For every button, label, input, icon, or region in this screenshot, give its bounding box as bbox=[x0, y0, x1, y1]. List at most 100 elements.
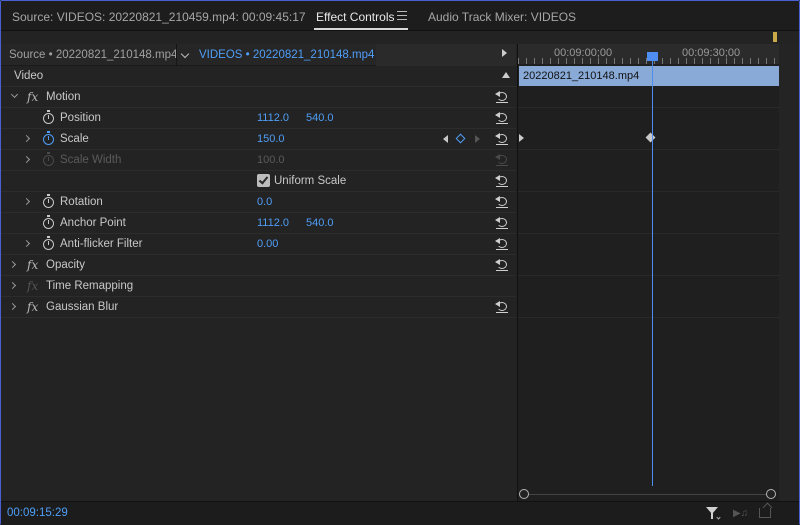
show-timeline-toggle-icon[interactable] bbox=[502, 49, 507, 57]
reset-icon[interactable] bbox=[495, 300, 509, 314]
reset-icon[interactable] bbox=[495, 258, 509, 272]
row-divider bbox=[518, 149, 780, 150]
section-label-video: Video bbox=[14, 70, 44, 82]
anchor-x-value[interactable]: 1112.0 bbox=[257, 217, 289, 229]
checkbox-label: Uniform Scale bbox=[274, 175, 347, 187]
panel-footer: 00:09:15:29 ▶♫ bbox=[1, 501, 799, 525]
reset-icon[interactable] bbox=[495, 90, 509, 104]
effect-controls-window: Source: VIDEOS: 20220821_210459.mp4: 00:… bbox=[0, 0, 800, 525]
chevron-right-icon[interactable] bbox=[8, 302, 17, 311]
timeline-zoom-scrollbar[interactable] bbox=[517, 488, 779, 500]
chevron-right-icon[interactable] bbox=[22, 155, 31, 164]
property-label: Rotation bbox=[60, 196, 103, 208]
next-keyframe-icon[interactable] bbox=[475, 135, 480, 143]
reset-icon[interactable] bbox=[495, 111, 509, 125]
master-clip-tab[interactable]: Source • 20220821_210148.mp4 bbox=[9, 49, 177, 61]
filter-icon[interactable] bbox=[706, 507, 718, 519]
play-audio-icon[interactable]: ▶♫ bbox=[733, 508, 748, 519]
uniform-scale-checkbox[interactable] bbox=[257, 174, 270, 187]
tab-source[interactable]: Source: VIDEOS: 20220821_210459.mp4: 00:… bbox=[12, 10, 306, 24]
property-row-scale-width: Scale Width 100.0 bbox=[1, 150, 516, 171]
row-divider bbox=[518, 275, 780, 276]
keyframe-offscreen-arrow-icon[interactable] bbox=[519, 134, 524, 142]
reset-icon[interactable] bbox=[495, 216, 509, 230]
stopwatch-icon[interactable] bbox=[43, 110, 54, 124]
scale-value[interactable]: 150.0 bbox=[257, 133, 285, 145]
scroll-handle-right[interactable] bbox=[766, 489, 776, 499]
anchor-y-value[interactable]: 540.0 bbox=[306, 217, 334, 229]
export-icon[interactable] bbox=[759, 508, 771, 518]
reset-icon[interactable] bbox=[495, 237, 509, 251]
scroll-handle-left[interactable] bbox=[519, 489, 529, 499]
position-y-value[interactable]: 540.0 bbox=[306, 112, 334, 124]
row-divider bbox=[518, 233, 780, 234]
chevron-down-icon[interactable] bbox=[716, 515, 721, 520]
property-row-anchor-point: Anchor Point 1112.0 540.0 bbox=[1, 213, 516, 234]
row-divider bbox=[518, 191, 780, 192]
reset-icon[interactable] bbox=[495, 195, 509, 209]
fx-icon[interactable]: fx bbox=[27, 90, 38, 104]
header-divider bbox=[176, 44, 177, 66]
chevron-right-icon[interactable] bbox=[8, 281, 17, 290]
panel-tab-bar: Source: VIDEOS: 20220821_210459.mp4: 00:… bbox=[1, 1, 799, 31]
property-row-anti-flicker: Anti-flicker Filter 0.00 bbox=[1, 234, 516, 255]
panel-menu-icon[interactable] bbox=[397, 11, 407, 20]
fx-icon[interactable]: fx bbox=[27, 258, 38, 272]
keyframe-timeline[interactable]: 00:09:00;00 00:09:30;00 20220821_210148.… bbox=[517, 44, 780, 501]
reset-icon[interactable] bbox=[495, 132, 509, 146]
effect-row-time-remapping[interactable]: fx Time Remapping bbox=[1, 276, 516, 297]
scale-keyframe[interactable] bbox=[645, 132, 656, 143]
property-row-rotation: Rotation 0.0 bbox=[1, 192, 516, 213]
row-divider bbox=[518, 317, 780, 318]
property-row-position: Position 1112.0 540.0 bbox=[1, 108, 516, 129]
sequence-clip-tab[interactable]: VIDEOS • 20220821_210148.mp4 bbox=[199, 49, 374, 61]
property-row-uniform-scale: Uniform Scale bbox=[1, 171, 516, 192]
timeline-edge bbox=[779, 44, 799, 501]
effect-row-gaussian-blur[interactable]: fx Gaussian Blur bbox=[1, 297, 516, 318]
stopwatch-active-icon[interactable] bbox=[43, 131, 54, 145]
scale-width-value: 100.0 bbox=[257, 154, 285, 166]
position-x-value[interactable]: 1112.0 bbox=[257, 112, 289, 124]
sequence-end-marker bbox=[773, 32, 777, 42]
chevron-right-icon[interactable] bbox=[22, 239, 31, 248]
collapse-up-icon[interactable] bbox=[502, 72, 510, 78]
chevron-down-icon[interactable] bbox=[180, 49, 190, 59]
current-timecode[interactable]: 00:09:15:29 bbox=[7, 507, 68, 519]
stopwatch-icon bbox=[43, 152, 54, 166]
anti-flicker-value[interactable]: 0.00 bbox=[257, 238, 278, 250]
effect-name: Opacity bbox=[46, 259, 85, 271]
effects-list: Video fx Motion Position 1112.0 540.0 Sc… bbox=[1, 66, 516, 501]
chevron-right-icon[interactable] bbox=[8, 260, 17, 269]
chevron-right-icon[interactable] bbox=[22, 197, 31, 206]
clip-name: 20220821_210148.mp4 bbox=[523, 70, 640, 82]
property-label: Anti-flicker Filter bbox=[60, 238, 143, 250]
effect-name: Gaussian Blur bbox=[46, 301, 119, 313]
add-keyframe-icon[interactable] bbox=[455, 133, 466, 144]
property-label: Scale bbox=[60, 133, 89, 145]
playhead-line[interactable] bbox=[652, 56, 653, 486]
tab-audio-track-mixer[interactable]: Audio Track Mixer: VIDEOS bbox=[428, 10, 576, 24]
stopwatch-icon[interactable] bbox=[43, 215, 54, 229]
header-spacer bbox=[376, 44, 516, 66]
fx-icon[interactable]: fx bbox=[27, 300, 38, 314]
playhead-handle[interactable] bbox=[647, 52, 658, 61]
effect-row-opacity[interactable]: fx Opacity bbox=[1, 255, 516, 276]
stopwatch-icon[interactable] bbox=[43, 236, 54, 250]
property-label: Position bbox=[60, 112, 101, 124]
reset-icon bbox=[495, 153, 509, 167]
chevron-right-icon[interactable] bbox=[22, 134, 31, 143]
reset-icon[interactable] bbox=[495, 174, 509, 188]
video-section-header: Video bbox=[1, 66, 516, 87]
effect-name: Time Remapping bbox=[46, 280, 134, 292]
chevron-down-icon[interactable] bbox=[10, 90, 19, 99]
timeline-clip[interactable]: 20220821_210148.mp4 bbox=[519, 66, 779, 86]
effect-controls-header: Source • 20220821_210148.mp4 VIDEOS • 20… bbox=[1, 44, 516, 66]
stopwatch-icon[interactable] bbox=[43, 194, 54, 208]
property-label: Scale Width bbox=[60, 154, 122, 166]
effect-row-motion[interactable]: fx Motion bbox=[1, 87, 516, 108]
property-row-scale: Scale 150.0 bbox=[1, 129, 516, 150]
scroll-track[interactable] bbox=[525, 494, 771, 495]
tab-effect-controls[interactable]: Effect Controls bbox=[316, 10, 394, 24]
previous-keyframe-icon[interactable] bbox=[443, 135, 448, 143]
rotation-value[interactable]: 0.0 bbox=[257, 196, 272, 208]
